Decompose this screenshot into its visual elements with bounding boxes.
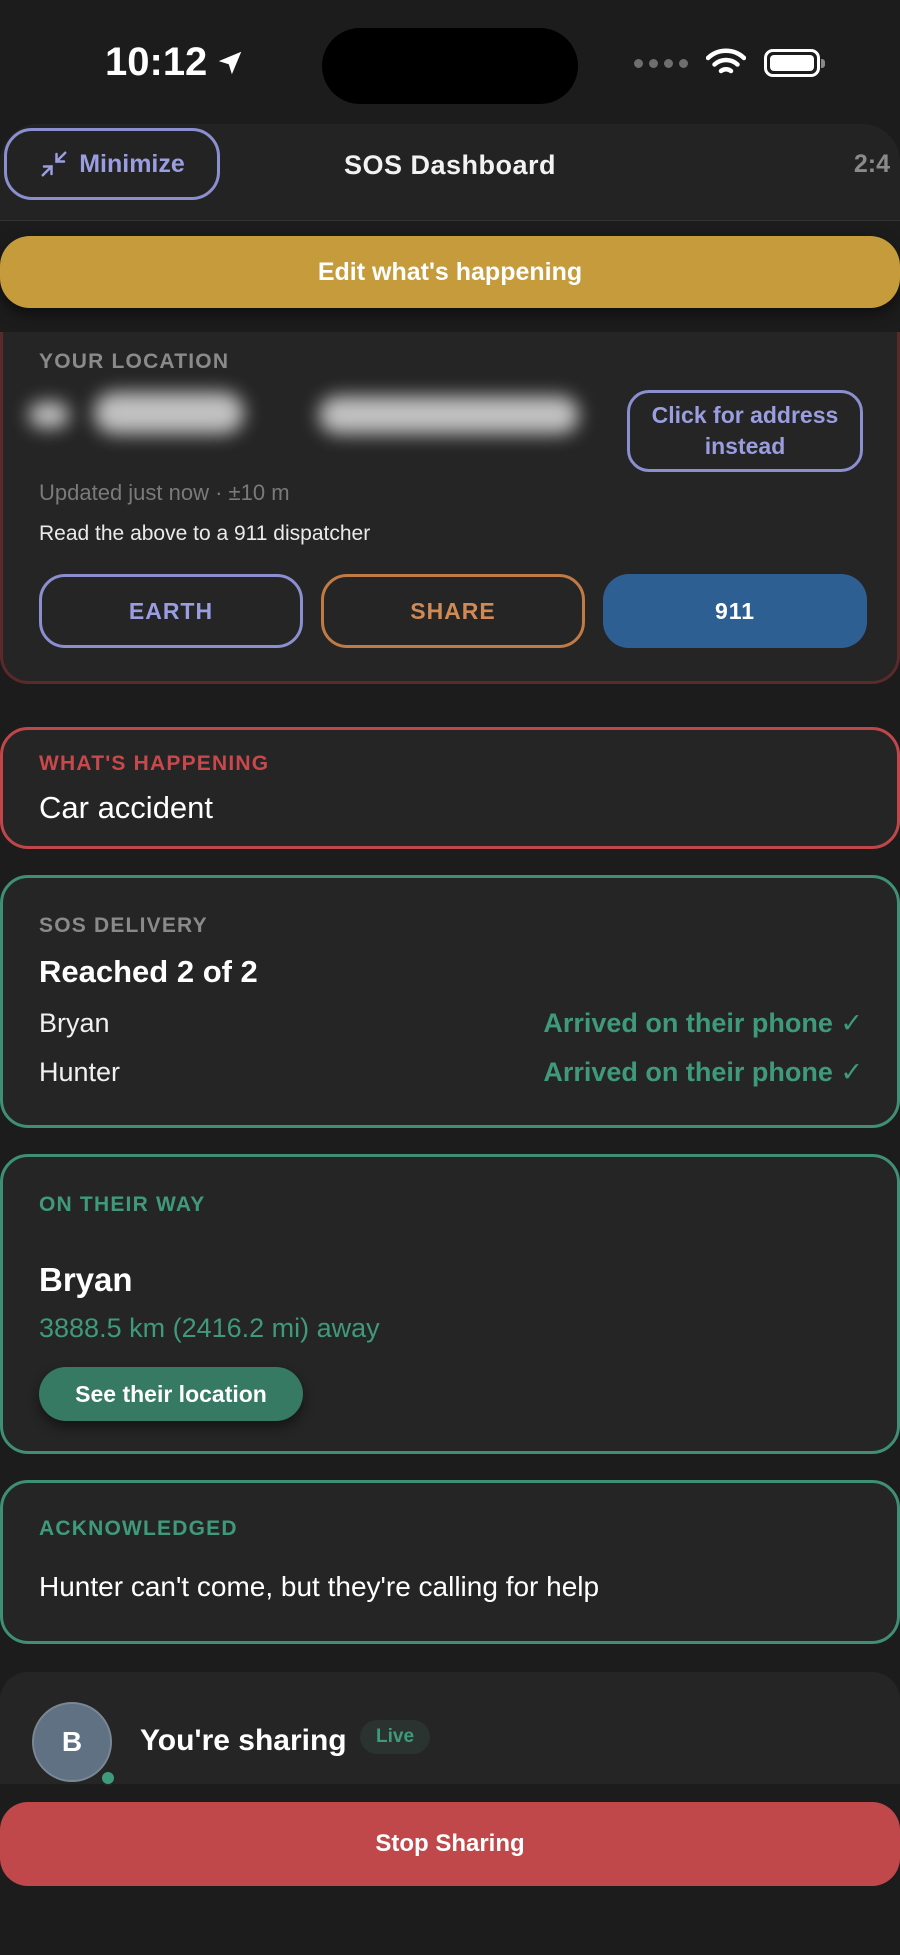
avatar: B [32, 1702, 112, 1782]
stop-sharing-button[interactable]: Stop Sharing [0, 1802, 900, 1886]
on-their-way-card: ON THEIR WAY Bryan 3888.5 km (2416.2 mi)… [0, 1154, 900, 1454]
recipient-status: Arrived on their phone ✓ [543, 1008, 863, 1038]
blurred-coordinates [29, 384, 589, 444]
sharing-text: You're sharing [140, 1724, 347, 1757]
responder-name: Bryan [39, 1261, 133, 1298]
edit-whats-happening-button[interactable]: Edit what's happening [0, 236, 900, 308]
sos-delivery-card: SOS DELIVERY Reached 2 of 2 Bryan Arrive… [0, 875, 900, 1128]
location-updated: Updated just now · ±10 m [39, 480, 290, 505]
clock-text: 10:12 [105, 40, 208, 84]
delivery-title: Reached 2 of 2 [39, 954, 258, 989]
status-time: 10:12 [105, 40, 245, 85]
sharing-status-bar: B You're sharing Live [0, 1672, 900, 1786]
happening-label: WHAT'S HAPPENING [39, 752, 270, 775]
battery-icon [764, 49, 825, 77]
dispatcher-instruction: Read the above to a 911 dispatcher [39, 522, 371, 545]
recipient-name: Bryan [39, 1008, 110, 1038]
recipient-status: Arrived on their phone ✓ [543, 1057, 863, 1087]
cellular-dots-icon [634, 58, 688, 68]
earth-button[interactable]: EARTH [39, 574, 303, 648]
responder-distance: 3888.5 km (2416.2 mi) away [39, 1313, 380, 1343]
delivery-row: Bryan Arrived on their phone ✓ [39, 1008, 863, 1039]
acknowledged-label: ACKNOWLEDGED [39, 1517, 238, 1540]
page-title: SOS Dashboard [343, 150, 557, 180]
location-label: YOUR LOCATION [39, 350, 230, 373]
whats-happening-card: WHAT'S HAPPENING Car accident [0, 727, 900, 849]
acknowledged-card: ACKNOWLEDGED Hunter can't come, but they… [0, 1480, 900, 1644]
call-911-button[interactable]: 911 [603, 574, 867, 648]
on-their-way-label: ON THEIR WAY [39, 1193, 206, 1216]
delivery-row: Hunter Arrived on their phone ✓ [39, 1057, 863, 1088]
live-indicator-dot [100, 1770, 116, 1786]
status-bar: 10:12 [0, 0, 900, 125]
see-location-button[interactable]: See their location [39, 1367, 303, 1421]
share-button[interactable]: SHARE [321, 574, 585, 648]
address-toggle-button[interactable]: Click for address instead [627, 390, 863, 472]
wifi-icon [706, 48, 746, 74]
live-badge: Live [360, 1720, 431, 1754]
dynamic-island [322, 28, 578, 104]
happening-value: Car accident [39, 790, 214, 825]
dashboard-header: Minimize SOS Dashboard 2:4 [0, 124, 900, 221]
delivery-label: SOS DELIVERY [39, 914, 208, 937]
elapsed-timer: 2:4 [853, 150, 890, 178]
recipient-name: Hunter [39, 1057, 121, 1087]
location-arrow-icon [219, 51, 242, 74]
location-card: YOUR LOCATION Click for address instead … [0, 332, 900, 684]
status-icons [634, 48, 825, 78]
acknowledged-text: Hunter can't come, but they're calling f… [39, 1571, 600, 1602]
